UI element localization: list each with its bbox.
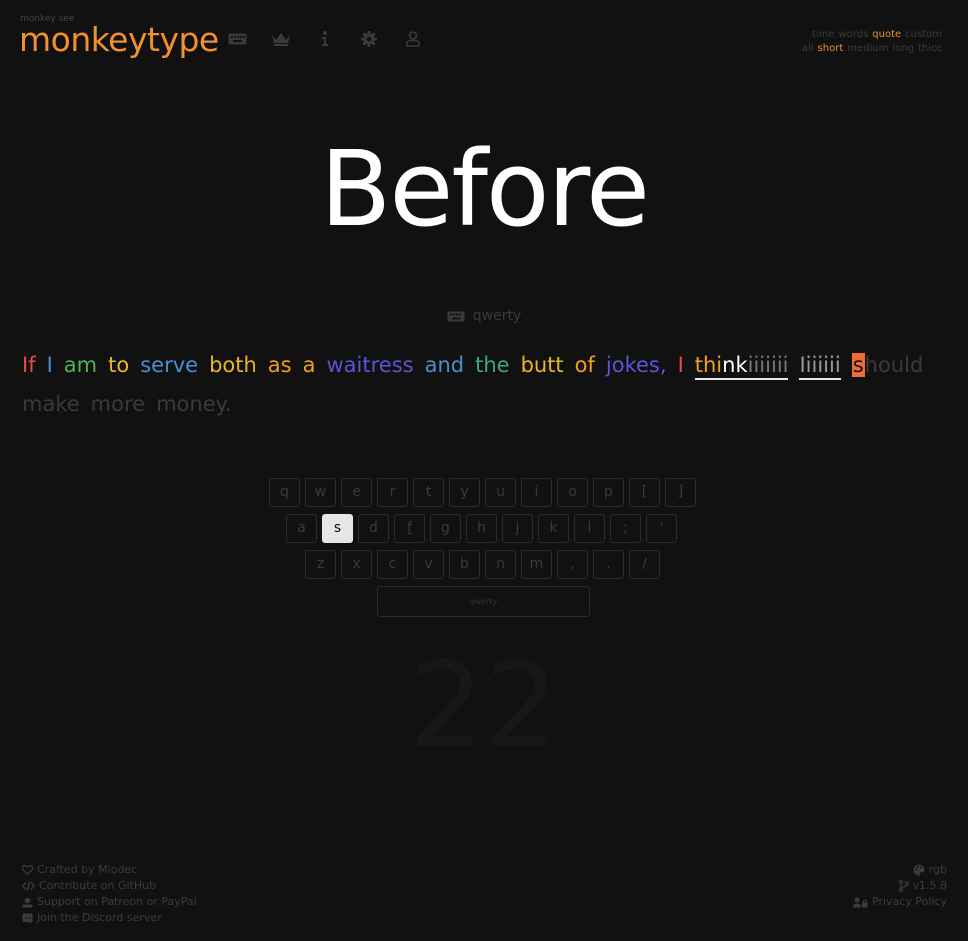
word: both (209, 353, 257, 377)
key-z: z (305, 550, 336, 579)
big-current-word: Before (319, 128, 650, 250)
key-c: c (377, 550, 408, 579)
crown-icon[interactable] (270, 29, 292, 49)
footer-github-link[interactable]: Contribute on GitHub (22, 878, 197, 894)
key-i: i (521, 478, 552, 507)
mode-custom[interactable]: custom (905, 29, 942, 40)
key-p: p (593, 478, 624, 507)
layout-name: qwerty (472, 308, 522, 324)
mode-row: time words quote custom (798, 28, 942, 42)
footer-meta: rgb v1.5.8 Privacy Policy (853, 862, 947, 910)
word: butt (520, 353, 564, 377)
version-link[interactable]: v1.5.8 (853, 878, 947, 894)
key-l: l (574, 514, 605, 543)
key-semicolon: ; (610, 514, 641, 543)
key-u: u (485, 478, 516, 507)
key-a: a (286, 514, 317, 543)
gear-icon[interactable] (358, 29, 380, 49)
key-t: t (413, 478, 444, 507)
typing-words[interactable]: If Iam to serve both as a waitress and the butt of j… (22, 346, 942, 424)
key-h: h (466, 514, 497, 543)
footer-crafted-link[interactable]: Crafted by Miodec (22, 862, 197, 878)
length-medium[interactable]: medium (847, 43, 888, 54)
donate-icon (22, 897, 33, 907)
word: as (267, 353, 292, 377)
top-nav (226, 29, 424, 49)
key-quote: ' (646, 514, 677, 543)
word: serve (140, 353, 199, 377)
word: of (574, 353, 595, 377)
key-q: q (269, 478, 300, 507)
key-x: x (341, 550, 372, 579)
length-long[interactable]: long (892, 43, 914, 54)
timer-counter: 22 (408, 636, 560, 774)
word: waitress (326, 353, 414, 377)
footer-discord-link[interactable]: Join the Discord server (22, 910, 197, 926)
palette-icon (913, 864, 925, 876)
monkeytype-page: monkey see monkeytype time words quote cust… (0, 0, 968, 941)
mode-quote[interactable]: quote (872, 29, 901, 40)
user-icon[interactable] (402, 29, 424, 49)
key-e: e (341, 478, 372, 507)
mode-time[interactable]: time (812, 29, 835, 40)
keyboard-layout-indicator[interactable]: qwerty (0, 308, 968, 324)
key-comma: , (557, 550, 588, 579)
footer-links: Crafted by Miodec Contribute on GitHub S… (22, 862, 197, 926)
key-y: y (449, 478, 480, 507)
word: a (302, 353, 316, 377)
key-space: qwerty (377, 586, 590, 617)
key-d: d (358, 514, 389, 543)
users-lock-icon (853, 897, 868, 907)
key-k: k (538, 514, 569, 543)
logo[interactable]: monkeytype (19, 20, 219, 59)
theme-switcher[interactable]: rgb (853, 862, 947, 878)
word-with-error: Iiiiiii (799, 352, 841, 380)
mode-selector: time words quote custom all short medium long t… (798, 28, 942, 56)
word: the (475, 353, 510, 377)
heart-icon (22, 865, 33, 875)
keyboard-icon[interactable] (226, 29, 248, 49)
keyboard-icon (447, 311, 465, 322)
length-thicc[interactable]: thicc (918, 43, 942, 54)
word: more (90, 392, 146, 416)
word: I (46, 353, 53, 377)
key-n: n (485, 550, 516, 579)
branch-icon (898, 880, 909, 892)
key-b: b (449, 550, 480, 579)
word: money. (156, 392, 232, 416)
quote-length-row: all short medium long thicc (798, 42, 942, 56)
key-slash: / (629, 550, 660, 579)
key-g: g (430, 514, 461, 543)
length-all[interactable]: all (802, 43, 814, 54)
code-icon (22, 881, 35, 891)
key-left-bracket: [ (629, 478, 660, 507)
word: I (677, 353, 684, 377)
footer-support-link[interactable]: Support on Patreon or PayPal (22, 894, 197, 910)
key-w: w (305, 478, 336, 507)
word: If (22, 353, 36, 377)
word: and (424, 353, 465, 377)
key-right-bracket: ] (665, 478, 696, 507)
caret: s (851, 353, 865, 377)
key-s-active: s (322, 514, 353, 543)
word: make (22, 392, 80, 416)
word: jokes, (605, 353, 667, 377)
key-f: f (394, 514, 425, 543)
word: to (108, 353, 130, 377)
privacy-link[interactable]: Privacy Policy (853, 894, 947, 910)
active-word: should (851, 353, 924, 377)
key-period: . (593, 550, 624, 579)
word: am (63, 353, 98, 377)
key-m: m (521, 550, 552, 579)
discord-icon (22, 913, 33, 923)
word-with-error: thinkiiiiiii (694, 352, 789, 380)
info-icon[interactable] (314, 29, 336, 49)
mode-words[interactable]: words (838, 29, 868, 40)
key-r: r (377, 478, 408, 507)
key-o: o (557, 478, 588, 507)
key-j: j (502, 514, 533, 543)
length-short[interactable]: short (818, 43, 844, 54)
key-v: v (413, 550, 444, 579)
